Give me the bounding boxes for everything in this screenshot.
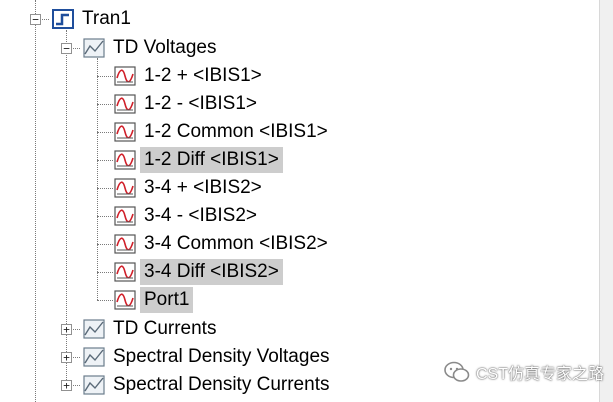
vertical-scrollbar[interactable] (599, 0, 613, 402)
tree-connector (97, 58, 98, 300)
tree-node-td-currents[interactable]: TD Currents (83, 316, 220, 342)
tree-node-label: 3-4 Common <IBIS2> (144, 233, 328, 254)
signal-curve-icon (114, 234, 136, 254)
signal-curve-icon (114, 150, 136, 170)
tree-node-signal[interactable]: 3-4 Diff <IBIS2> (114, 259, 283, 285)
tree-node-signal[interactable]: 1-2 Diff <IBIS1> (114, 147, 283, 173)
signal-curve-icon (114, 178, 136, 198)
tree-node-signal[interactable]: 3-4 - <IBIS2> (114, 203, 261, 229)
tree-connector (35, 0, 36, 402)
tree-connector (97, 216, 113, 217)
tree-node-label: TD Voltages (113, 37, 217, 58)
tree-node-signal[interactable]: Port1 (114, 287, 194, 313)
tree-node-signal[interactable]: 3-4 Common <IBIS2> (114, 231, 332, 257)
tree-connector (97, 76, 113, 77)
tree-node-td-voltages[interactable]: TD Voltages (83, 35, 221, 61)
td-chart-icon (83, 319, 105, 339)
tree-connector (97, 132, 113, 133)
tree-connector (97, 104, 113, 105)
expand-toggle[interactable]: + (61, 324, 72, 335)
td-chart-icon (83, 347, 105, 367)
tree-node-signal[interactable]: 1-2 + <IBIS1> (114, 63, 266, 89)
signal-curve-icon (114, 94, 136, 114)
watermark-text: CST仿真专家之路 (476, 366, 605, 383)
tree-node-label: 1-2 + <IBIS1> (144, 65, 262, 86)
tree-node-label: Spectral Density Voltages (113, 346, 330, 367)
tree-node-label: Port1 (140, 287, 194, 313)
tree-node-label: 1-2 Diff <IBIS1> (140, 147, 283, 173)
tree-node-label: 3-4 + <IBIS2> (144, 177, 262, 198)
collapse-toggle[interactable]: − (30, 14, 41, 25)
tree-node-spectral-density-voltages[interactable]: Spectral Density Voltages (83, 344, 334, 370)
tree-node-label: TD Currents (113, 318, 217, 339)
tree-connector (97, 300, 113, 301)
signal-curve-icon (114, 262, 136, 282)
tree-node-label: 3-4 Diff <IBIS2> (140, 259, 283, 285)
tree-node-tran1[interactable]: Tran1 (52, 6, 135, 32)
tree-node-signal[interactable]: 3-4 + <IBIS2> (114, 175, 266, 201)
tree-node-label: 1-2 - <IBIS1> (144, 93, 258, 114)
tree-connector (97, 188, 113, 189)
signal-curve-icon (114, 122, 136, 142)
tree-node-label: 3-4 - <IBIS2> (144, 205, 258, 226)
tree-node-signal[interactable]: 1-2 - <IBIS1> (114, 91, 261, 117)
tree-node-label: 1-2 Common <IBIS1> (144, 121, 328, 142)
signal-curve-icon (114, 290, 136, 310)
expand-toggle[interactable]: + (61, 352, 72, 363)
tree-connector (97, 160, 113, 161)
tree-node-signal[interactable]: 1-2 Common <IBIS1> (114, 119, 332, 145)
transient-result-icon (52, 9, 74, 29)
watermark: CST仿真专家之路 (444, 360, 604, 384)
wechat-icon (444, 361, 470, 382)
tree-node-label: Tran1 (82, 8, 131, 29)
collapse-toggle[interactable]: − (61, 43, 72, 54)
tree-node-spectral-density-currents[interactable]: Spectral Density Currents (83, 372, 333, 398)
td-chart-icon (83, 375, 105, 395)
tree-connector (97, 244, 113, 245)
signal-curve-icon (114, 66, 136, 86)
td-chart-icon (83, 38, 105, 58)
tree-connector (97, 272, 113, 273)
signal-curve-icon (114, 206, 136, 226)
expand-toggle[interactable]: + (61, 380, 72, 391)
tree-node-label: Spectral Density Currents (113, 374, 330, 395)
tree-connector (66, 48, 67, 388)
